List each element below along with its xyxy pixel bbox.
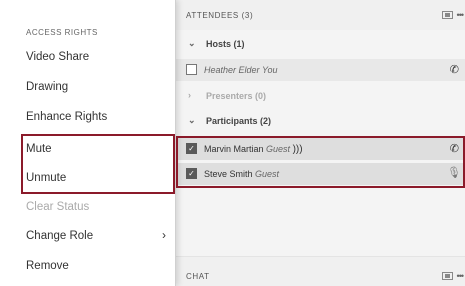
attendee-name: Heather Elder (204, 65, 260, 75)
menu-item-label: Enhance Rights (26, 111, 108, 123)
fullscreen-icon[interactable] (441, 272, 453, 280)
participants-highlight (176, 136, 465, 188)
menu-item-enhance-rights[interactable]: Enhance Rights (0, 104, 176, 132)
menu-item-clear-status: Clear Status (0, 194, 176, 222)
attendees-header: ATTENDEES (3) ••• (176, 0, 465, 30)
group-participants[interactable]: ⌄ Participants (2) (176, 108, 465, 133)
group-presenters[interactable]: › Presenters (0) (176, 83, 465, 108)
chevron-right-icon: › (162, 228, 166, 242)
attendee-row-heather[interactable]: Heather Elder You ✆ (176, 59, 465, 81)
group-participants-label: Participants (2) (206, 116, 272, 126)
menu-item-label: Drawing (26, 81, 69, 93)
menu-item-remove[interactable]: Remove (0, 253, 176, 281)
mute-unmute-highlight (21, 134, 175, 194)
menu-item-label: Remove (26, 260, 69, 272)
chevron-down-icon: ⌄ (188, 115, 196, 125)
menu-item-label: Clear Status (26, 201, 90, 213)
attendee-role: You (262, 65, 278, 75)
menu-item-label: Video Share (26, 51, 90, 63)
more-icon[interactable]: ••• (457, 11, 465, 20)
menu-title: ACCESS RIGHTS (26, 28, 98, 37)
group-hosts[interactable]: ⌄ Hosts (1) (176, 31, 465, 56)
chat-title: CHAT (186, 272, 210, 281)
phone-icon: ✆ (449, 64, 459, 76)
group-presenters-label: Presenters (0) (206, 91, 267, 101)
chevron-down-icon: ⌄ (188, 38, 196, 48)
fullscreen-icon[interactable] (441, 11, 453, 19)
menu-item-video-share[interactable]: Video Share (0, 44, 176, 72)
more-icon[interactable]: ••• (457, 272, 465, 281)
menu-item-drawing[interactable]: Drawing (0, 74, 176, 102)
attendee-checkbox[interactable] (186, 64, 197, 75)
attendees-title: ATTENDEES (3) (186, 11, 254, 20)
menu-item-change-role[interactable]: Change Role › (0, 223, 176, 251)
chat-header: CHAT ••• (176, 256, 465, 286)
group-hosts-label: Hosts (1) (206, 39, 245, 49)
chevron-right-icon: › (188, 90, 191, 100)
menu-item-label: Change Role (26, 230, 94, 242)
